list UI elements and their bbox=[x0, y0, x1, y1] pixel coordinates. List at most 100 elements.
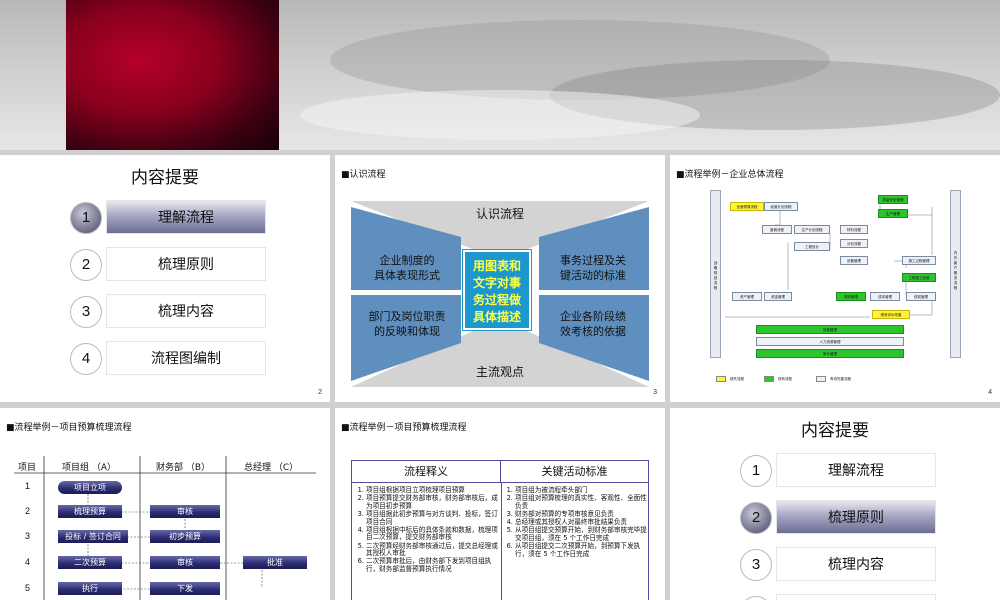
flow-node: 全面预算流程 bbox=[730, 202, 764, 211]
title-slide-image[interactable] bbox=[0, 0, 1000, 150]
toc-number-circle: 1 bbox=[740, 455, 772, 487]
slide-enterprise-flow[interactable]: ■流程举例－企业总体流程 战略规划流程 内外客户服务流程 全面预算流程 经营计划… bbox=[670, 155, 1000, 402]
legend-improve: 有待完善流程 bbox=[816, 376, 851, 382]
toc-item[interactable]: 4流程图编制 bbox=[70, 341, 270, 375]
toc-number-circle: 4 bbox=[740, 596, 772, 600]
slide-number: 4 bbox=[988, 389, 992, 396]
toc-item[interactable]: 4 流程图编制 bbox=[740, 594, 940, 600]
row-number: 4 bbox=[25, 557, 31, 567]
flow-node: 工程竣工验收 bbox=[902, 273, 936, 282]
flow-node: 工程设计 bbox=[794, 242, 830, 251]
toc-number-circle: 2 bbox=[70, 249, 102, 281]
toc-number-circle: 4 bbox=[70, 343, 102, 375]
flow-node: 分包流程 bbox=[840, 239, 868, 248]
toc-item[interactable]: 2 梳理原则 bbox=[740, 500, 940, 534]
slide-toc-1[interactable]: 内容提要 1 理解流程 2 梳理原则 3 梳理内容 4 流程图编制 2 bbox=[0, 155, 330, 402]
legend-existing: 现有流程 bbox=[764, 376, 792, 382]
slide-understand-process[interactable]: ■认识流程 认识流程 主流观点 企业制度的 具体表现形式 部门及岗位职责 的反映… bbox=[335, 155, 665, 402]
flow-node: 信息管理 bbox=[756, 325, 904, 334]
toc-label: 梳理原则 bbox=[106, 247, 266, 281]
toc-item[interactable]: 1 理解流程 bbox=[740, 453, 940, 487]
flow-node: 审计管理 bbox=[756, 349, 904, 358]
node-project-initiation: 项目立项 bbox=[58, 481, 122, 494]
toc-label: 流程图编制 bbox=[106, 341, 266, 375]
toc-item[interactable]: 2 梳理原则 bbox=[70, 247, 270, 281]
node-preliminary-budget: 初步预算 bbox=[150, 530, 220, 543]
flow-node: 设备管理 bbox=[840, 256, 868, 265]
node-bid-contract: 投标 / 签订合同 bbox=[58, 530, 128, 543]
legend-missing: 缺失流程 bbox=[716, 376, 744, 382]
toc-label: 流程图编制 bbox=[776, 594, 936, 600]
toc-item[interactable]: 3 梳理内容 bbox=[70, 294, 270, 328]
table-header: 流程释义 bbox=[352, 461, 501, 483]
flow-node: 施工过程管理 bbox=[902, 256, 936, 265]
node-audit-2: 审核 bbox=[150, 556, 220, 569]
node-budget-review: 梳理预算 bbox=[58, 505, 122, 518]
panel-left-bottom: 部门及岗位职责 的反映和体现 bbox=[368, 310, 446, 338]
table-list-item: 项目组根据中标后的具体条款和数据，梳理项目二次预算，提交财务部审核 bbox=[366, 526, 498, 542]
toc-item[interactable]: 3 梳理内容 bbox=[740, 547, 940, 581]
page-title: 内容提要 bbox=[801, 421, 869, 441]
table-list-item: 二次预算经财务部审核通过后，提交总经理或其授权人审批 bbox=[366, 542, 498, 558]
toc-label: 梳理内容 bbox=[106, 294, 266, 328]
toc-number-circle: 1 bbox=[70, 202, 102, 234]
table-list-item: 项目预算提交财务部审核，财务部审核后，成为项目初步预算 bbox=[366, 494, 498, 510]
diagram-top-label: 认识流程 bbox=[475, 207, 524, 221]
slide-budget-table[interactable]: ■流程举例－项目预算梳理流程 流程释义 关键活动标准 项目组根据项目立项梳理项目… bbox=[335, 408, 665, 600]
flow-connectors bbox=[725, 195, 933, 318]
definition-table: 流程释义 关键活动标准 项目组根据项目立项梳理项目预算项目预算提交财务部审核，财… bbox=[351, 460, 649, 600]
node-approve: 批准 bbox=[243, 556, 307, 569]
table-list-item: 项目组对预算梳理的真实性、客观性、全面性负责 bbox=[515, 494, 647, 510]
slide-number: 2 bbox=[318, 389, 322, 396]
row-number: 3 bbox=[25, 531, 31, 541]
table-column-definitions: 项目组根据项目立项梳理项目预算项目预算提交财务部审核，财务部审核后，成为项目初步… bbox=[354, 486, 498, 574]
flow-node: 质量安全管理 bbox=[878, 195, 908, 204]
row-number: 1 bbox=[25, 481, 31, 491]
flow-node: 采购管理 bbox=[836, 292, 866, 301]
toc-label: 理解流程 bbox=[106, 200, 266, 234]
row-number: 5 bbox=[25, 583, 31, 593]
cloud-shape bbox=[300, 90, 700, 140]
page-title: 内容提要 bbox=[131, 168, 199, 188]
toc-item[interactable]: 1 理解流程 bbox=[70, 200, 270, 234]
node-second-budget: 二次预算 bbox=[58, 556, 122, 569]
table-header: 关键活动标准 bbox=[501, 461, 648, 483]
table-list-item: 从项目组提交二次预算开始，到预算下发执行，须在 5 个工作日完成 bbox=[515, 542, 647, 558]
center-definition-box: 用图表和 文字对事 务过程做 具体描述 bbox=[462, 249, 532, 331]
node-issue: 下发 bbox=[150, 582, 220, 595]
flow-node: 生产管理 bbox=[878, 209, 908, 218]
toc-number-circle: 3 bbox=[740, 549, 772, 581]
flow-node: 资金管理 bbox=[764, 292, 792, 301]
flow-node: 营销流程 bbox=[762, 225, 792, 234]
red-abstract-graphic bbox=[66, 0, 279, 150]
toc-number-circle: 3 bbox=[70, 296, 102, 328]
table-list-item: 二次预算审批后，由财务部下发到项目组执行，财务部监督预算执行情况 bbox=[366, 557, 498, 573]
slide-title: ■流程举例－项目预算梳理流程 bbox=[341, 423, 467, 433]
flow-node: 材料流程 bbox=[840, 225, 868, 234]
slide-sorter: 内容提要 1 理解流程 2 梳理原则 3 梳理内容 4 流程图编制 2 ■认识流程 认识流程 … bbox=[0, 0, 1000, 600]
diagram-bottom-label: 主流观点 bbox=[475, 365, 524, 379]
table-list-item: 从项目组提交预算开始，到财务部审核完毕提交项目组，须在 5 个工作日完成 bbox=[515, 526, 647, 542]
toc-number-circle: 2 bbox=[740, 502, 772, 534]
panel-right-bottom: 企业各阶段绩 效考核的依据 bbox=[560, 310, 626, 338]
table-column-standards: 项目组为被流程牵头部门项目组对预算梳理的真实性、客观性、全面性负责财务部对预算的… bbox=[503, 486, 647, 559]
flow-node: 经营计划流程 bbox=[764, 202, 798, 211]
row-number: 2 bbox=[25, 506, 31, 516]
toc-label: 梳理原则 bbox=[776, 500, 936, 534]
toc-label: 梳理内容 bbox=[776, 547, 936, 581]
flow-node: 生产计划流程 bbox=[794, 225, 830, 234]
flow-node: 人力资源管理 bbox=[756, 337, 904, 346]
toc-label: 理解流程 bbox=[776, 453, 936, 487]
panel-left-top: 企业制度的 具体表现形式 bbox=[374, 254, 440, 282]
flow-node: 债权管理 bbox=[906, 292, 936, 301]
panel-right-top: 事务过程及关 键活动的标准 bbox=[560, 254, 626, 282]
swimlane-grid bbox=[14, 456, 316, 600]
flow-node: 绩效评价改善 bbox=[872, 310, 910, 319]
table-list-item: 项目组据此初步预算与对方谈判、投标，签订项目合同 bbox=[366, 510, 498, 526]
flow-node: 资产管理 bbox=[732, 292, 762, 301]
slide-budget-swimlane[interactable]: ■流程举例－项目预算梳理流程 项目 项目组 （A） 财务部 （B） 总经理 （C… bbox=[0, 408, 330, 600]
slide-toc-2[interactable]: 内容提要 1理解流程2梳理原则3梳理内容4流程图编制 bbox=[670, 408, 1000, 600]
slide-number: 3 bbox=[653, 389, 657, 396]
flow-node: 成本管理 bbox=[870, 292, 900, 301]
node-execute: 执行 bbox=[58, 582, 122, 595]
